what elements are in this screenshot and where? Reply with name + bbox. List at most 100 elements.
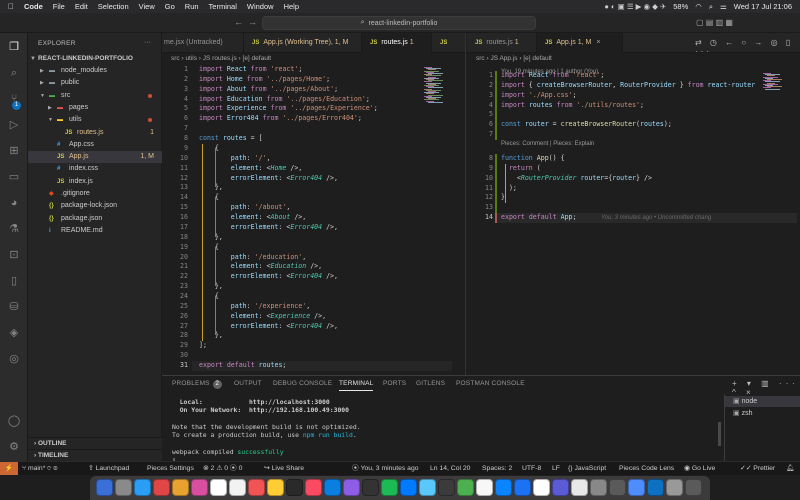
- tab-me-jsx[interactable]: me.jsx (Untracked): [162, 33, 244, 53]
- trash-icon[interactable]: [685, 479, 702, 496]
- menu-edit[interactable]: Edit: [75, 2, 88, 11]
- chrome-icon[interactable]: [153, 479, 170, 496]
- terminal-scrollbar[interactable]: [718, 422, 721, 446]
- extensions-icon[interactable]: ⊞: [6, 143, 22, 159]
- tree-item-index-js[interactable]: JS index.js: [28, 176, 162, 188]
- archive-icon[interactable]: [590, 479, 607, 496]
- layout-toggles[interactable]: ▢ ▤ ▥ ▦: [696, 18, 733, 27]
- tree-item-src[interactable]: ▼ ▬ src: [28, 90, 162, 102]
- timeline-section[interactable]: › TIMELINE: [28, 449, 162, 461]
- tab-app-js[interactable]: JS App.js 1, M ×: [537, 33, 623, 53]
- tab-overflow[interactable]: JS: [432, 33, 465, 53]
- account-icon[interactable]: ◯: [6, 413, 22, 429]
- tree-item-public[interactable]: ▶ ▬ public: [28, 77, 162, 89]
- remote-indicator-icon[interactable]: ⚡: [0, 462, 18, 475]
- copilot-icon[interactable]: ◎: [6, 351, 22, 367]
- terminal-instance-zsh[interactable]: ▣ zsh: [725, 408, 800, 419]
- branch-indicator[interactable]: ⑂ main* ⟳ ⊗: [22, 462, 57, 475]
- panel-tab-gitlens[interactable]: GITLENS: [416, 380, 445, 387]
- tree-item-package-lock-json[interactable]: {} package-lock.json: [28, 200, 162, 212]
- tree-item-readme-md[interactable]: i README.md: [28, 225, 162, 237]
- back-arrow-icon[interactable]: ←: [234, 17, 243, 27]
- minimap-left[interactable]: [424, 67, 454, 103]
- mail-icon[interactable]: [400, 479, 417, 496]
- launchpad-icon[interactable]: [115, 479, 132, 496]
- explorer-icon[interactable]: ❐: [6, 39, 22, 55]
- tree-item--gitignore[interactable]: ◆ .gitignore: [28, 188, 162, 200]
- cursor-position[interactable]: Ln 14, Col 20: [430, 462, 470, 475]
- code-lens-pieces[interactable]: Pieces: Comment | Pieces: Explain: [501, 141, 594, 147]
- panel-tab-terminal[interactable]: TERMINAL: [339, 380, 374, 391]
- whatsapp-icon[interactable]: [457, 479, 474, 496]
- pages-icon[interactable]: [476, 479, 493, 496]
- safari-icon[interactable]: [134, 479, 151, 496]
- menu-file[interactable]: File: [53, 2, 65, 11]
- apple-icon[interactable]: : [8, 2, 14, 11]
- breadcrumb[interactable]: src › utils › JS routes.js › [e] default: [162, 53, 465, 65]
- tree-item-app-css[interactable]: # App.css: [28, 139, 162, 151]
- preview-icon[interactable]: [533, 479, 550, 496]
- music-app-icon[interactable]: [305, 479, 322, 496]
- gitlens-icon[interactable]: ◕: [6, 195, 22, 211]
- downloads-icon[interactable]: [666, 479, 683, 496]
- prettier-item[interactable]: ✓✓ Prettier: [740, 462, 775, 475]
- panel-tab-ports[interactable]: PORTS: [383, 380, 406, 387]
- launchpad-item[interactable]: ⇪ Launchpad: [88, 462, 129, 475]
- line-endings[interactable]: LF: [552, 462, 560, 475]
- notes-icon[interactable]: [172, 479, 189, 496]
- reminders-icon[interactable]: [229, 479, 246, 496]
- wifi-icon[interactable]: ◠: [695, 2, 702, 11]
- pieces-code-lens[interactable]: Pieces Code Lens: [619, 462, 674, 475]
- xcode-icon[interactable]: [514, 479, 531, 496]
- database-icon[interactable]: ⛁: [6, 299, 22, 315]
- menu-view[interactable]: View: [139, 2, 155, 11]
- tab-routes-js[interactable]: JS routes.js 1: [362, 33, 432, 53]
- clock[interactable]: Wed 17 Jul 21:06: [734, 2, 792, 11]
- menu-help[interactable]: Help: [284, 2, 299, 11]
- battery-percent[interactable]: 58%: [673, 2, 688, 11]
- status-icons[interactable]: ● ◐ ▣ ☰ ▶ ◉ ◆ ✈: [604, 2, 666, 11]
- postman-icon[interactable]: [609, 479, 626, 496]
- forward-arrow-icon[interactable]: →: [248, 17, 257, 27]
- outline-section[interactable]: › OUTLINE: [28, 437, 162, 449]
- menu-run[interactable]: Run: [185, 2, 199, 11]
- breadcrumb[interactable]: src › JS App.js › [e] default: [467, 53, 800, 65]
- minimap-right[interactable]: [763, 73, 793, 109]
- photos-icon[interactable]: [191, 479, 208, 496]
- search-icon[interactable]: ⌕: [6, 65, 22, 81]
- more-actions-icon[interactable]: ···: [144, 39, 151, 46]
- docker-icon[interactable]: ▯: [6, 273, 22, 289]
- go-live-item[interactable]: ◉ Go Live: [684, 462, 715, 475]
- tab-app-working-tree[interactable]: JS App.js (Working Tree), 1, M: [244, 33, 362, 53]
- git-blame-item[interactable]: ⦿ You, 3 minutes ago: [352, 462, 419, 475]
- music-icon[interactable]: [248, 479, 265, 496]
- files-icon[interactable]: [628, 479, 645, 496]
- live-share-item[interactable]: ↪ Live Share: [264, 462, 304, 475]
- spotify-icon[interactable]: [381, 479, 398, 496]
- tree-item-node-modules[interactable]: ▶ ▬ node_modules: [28, 65, 162, 77]
- language-mode[interactable]: {} JavaScript: [568, 462, 606, 475]
- run-debug-icon[interactable]: ▷: [6, 117, 22, 133]
- panel-tab-debug-console[interactable]: DEBUG CONSOLE: [273, 380, 332, 387]
- menu-selection[interactable]: Selection: [98, 2, 129, 11]
- project-root[interactable]: ▼ REACT-LINKEDIN-PORTFOLIO: [28, 53, 162, 65]
- github-icon[interactable]: [438, 479, 455, 496]
- menu-go[interactable]: Go: [165, 2, 175, 11]
- menu-terminal[interactable]: Terminal: [209, 2, 237, 11]
- notes-app-icon[interactable]: [267, 479, 284, 496]
- pieces-icon[interactable]: ◈: [6, 325, 22, 341]
- messages-icon[interactable]: [419, 479, 436, 496]
- close-icon[interactable]: ×: [596, 39, 600, 46]
- terminal-instance-node[interactable]: ▣ node: [725, 396, 800, 407]
- tab-routes-js-right[interactable]: JS routes.js 1: [467, 33, 537, 53]
- problems-indicator[interactable]: ⊗ 2 ⚠ 0 ⦿ 0: [203, 462, 242, 475]
- command-center-search[interactable]: ⌕ react-linkedin-portfolio: [262, 16, 536, 30]
- control-center-icon[interactable]: ⚌: [720, 2, 727, 11]
- textedit-icon[interactable]: [571, 479, 588, 496]
- notifications-bell-icon[interactable]: 🔔︎: [786, 462, 795, 475]
- panel-tab-output[interactable]: OUTPUT: [234, 380, 262, 387]
- tv-icon[interactable]: [286, 479, 303, 496]
- finder-icon[interactable]: [96, 479, 113, 496]
- pieces-settings-item[interactable]: Pieces Settings: [147, 462, 194, 475]
- tree-item-pages[interactable]: ▶ ▬ pages: [28, 102, 162, 114]
